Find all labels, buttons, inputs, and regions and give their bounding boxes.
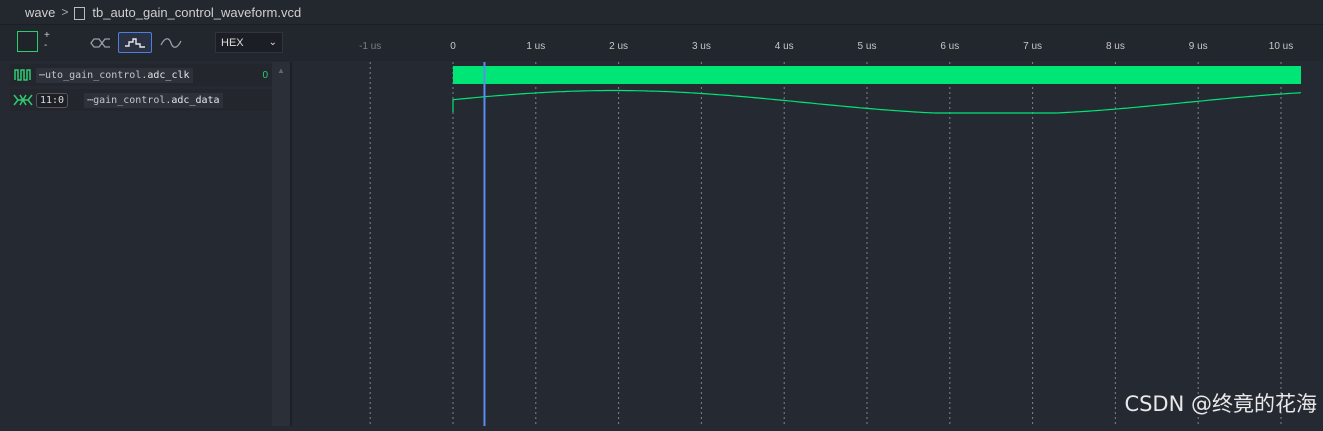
watermark: CSDN @终竟的花海	[1124, 392, 1317, 416]
signal-row-adc-data[interactable]: 11:0 ⋯gain_control.adc_data	[10, 89, 272, 111]
signal-leaf-name: adc_data	[171, 94, 220, 106]
breadcrumb-root[interactable]: wave	[25, 5, 55, 20]
file-icon	[74, 6, 86, 20]
breadcrumb-file[interactable]: tb_auto_gain_control_waveform.vcd	[92, 5, 301, 20]
ruler-tick-label: 7 us	[1023, 41, 1043, 52]
waveform-svg	[369, 62, 1302, 426]
ruler-tick-label: 3 us	[691, 41, 711, 52]
signal-row-adc-clk[interactable]: ⋯uto_gain_control.adc_clk 0	[10, 64, 272, 86]
signal-scope: ⋯uto_gain_control.	[39, 69, 148, 81]
ruler-tick-label: -1 us	[359, 41, 382, 52]
time-ruler[interactable]: -1 us 0 1 us 2 us 3 us 4 us 5 us 6 us 7 us 8 us 9 …	[0, 41, 1323, 61]
toolbar: + - HEX ⌄ -1 us 0 1 us 2 us 3 us 4 us 5 us 6 us…	[0, 25, 1323, 61]
clock-signal-icon	[10, 65, 36, 85]
clock-waveform	[453, 66, 1301, 84]
ruler-tick-label: 10 us	[1268, 41, 1294, 52]
ruler-tick-label: 5 us	[857, 41, 877, 52]
scroll-up-icon[interactable]: ▲	[277, 66, 285, 75]
waveform-canvas[interactable]	[292, 62, 1323, 426]
analog-waveform	[452, 89, 1302, 114]
signal-value: 0	[262, 69, 268, 81]
signal-name: ⋯gain_control.adc_data	[84, 92, 223, 108]
ruler-tick-label: 0	[450, 41, 456, 52]
signal-scope: ⋯gain_control.	[87, 94, 172, 106]
signal-list-panel	[0, 62, 272, 426]
ruler-tick-label: 4 us	[774, 41, 794, 52]
ruler-tick-label: 6 us	[940, 41, 960, 52]
signal-leaf-name: adc_clk	[147, 69, 190, 81]
breadcrumb: wave > tb_auto_gain_control_waveform.vcd	[0, 0, 1323, 25]
signal-list-scrollbar[interactable]: ▲	[272, 62, 292, 426]
signal-name: ⋯uto_gain_control.adc_clk	[36, 67, 193, 83]
bus-signal-icon	[10, 90, 36, 110]
chevron-right-icon: >	[61, 5, 69, 19]
ruler-tick-label: 2 us	[609, 41, 629, 52]
ruler-tick-label: 1 us	[526, 41, 546, 52]
ruler-tick-label: 8 us	[1105, 41, 1125, 52]
ruler-tick-label: 9 us	[1188, 41, 1208, 52]
bus-width-badge: 11:0	[36, 92, 69, 108]
